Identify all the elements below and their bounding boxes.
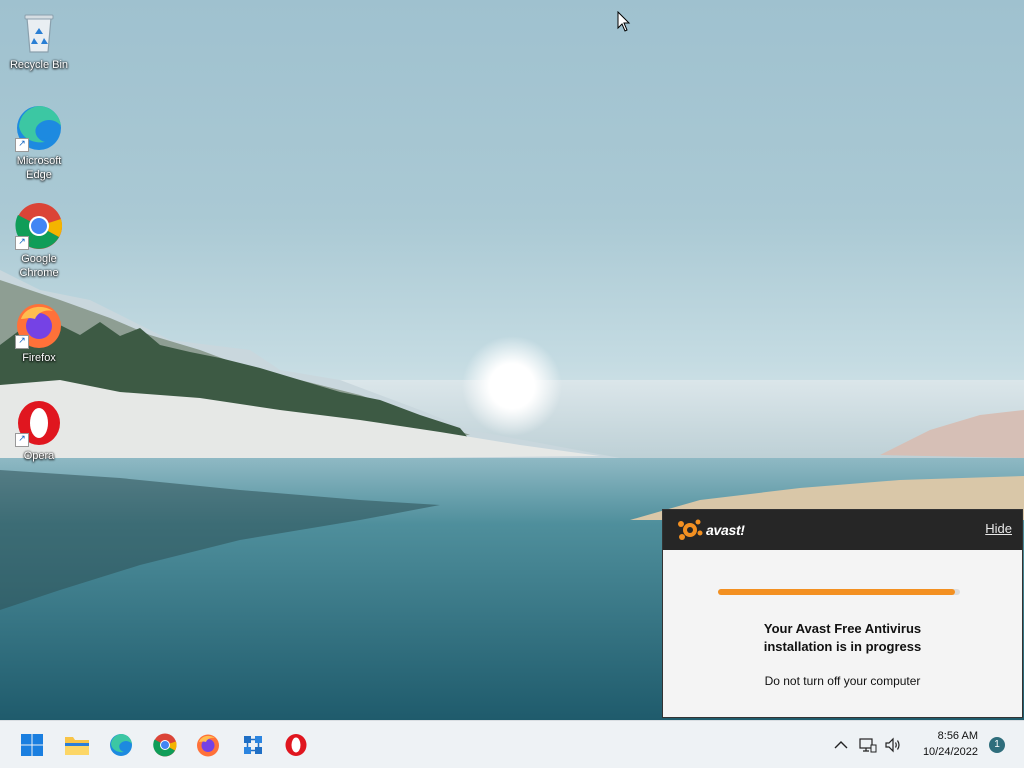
chevron-up-icon xyxy=(834,741,848,749)
shortcut-arrow-icon: ↗ xyxy=(15,236,29,250)
edge-icon: ↗ xyxy=(15,104,63,152)
taskbar-network-app[interactable] xyxy=(237,729,269,761)
shortcut-arrow-icon: ↗ xyxy=(15,433,29,447)
start-button[interactable] xyxy=(16,729,48,761)
notification-badge[interactable]: 1 xyxy=(989,737,1005,753)
avast-title-line-1: Your Avast Free Antivirus xyxy=(763,621,922,636)
avast-popup-subtitle: Do not turn off your computer xyxy=(764,674,921,688)
shortcut-arrow-icon: ↗ xyxy=(15,138,29,152)
taskbar-firefox[interactable] xyxy=(192,729,224,761)
file-explorer-icon xyxy=(65,737,89,755)
taskbar-file-explorer[interactable] xyxy=(61,729,93,761)
show-hidden-icons-button[interactable] xyxy=(832,734,850,756)
taskbar-clock[interactable]: 8:56 AM 10/24/2022 xyxy=(923,728,978,760)
avast-popup-header: avast! Hide xyxy=(663,510,1022,550)
windows-start-icon xyxy=(21,734,43,756)
firefox-icon: ↗ xyxy=(15,301,63,349)
clock-date: 10/24/2022 xyxy=(922,746,978,758)
hide-link[interactable]: Hide xyxy=(985,521,1012,536)
speaker-icon xyxy=(885,737,900,753)
avast-logo-icon xyxy=(678,519,703,540)
taskbar-chrome[interactable] xyxy=(149,729,181,761)
install-progress-bar xyxy=(718,589,960,595)
chrome-icon: ↗ xyxy=(15,202,63,250)
desktop-icon-firefox[interactable]: ↗ Firefox xyxy=(4,301,74,365)
network-status-button[interactable] xyxy=(858,734,878,756)
taskbar-edge[interactable] xyxy=(105,729,137,761)
mouse-cursor-icon xyxy=(617,10,631,37)
network-app-icon xyxy=(244,736,262,754)
firefox-icon xyxy=(197,734,219,757)
desktop-icon-label: Opera xyxy=(23,450,55,462)
desktop-icon-label: Recycle Bin xyxy=(9,59,69,71)
desktop-icon-label: Firefox xyxy=(22,352,56,364)
avast-logo-text: avast! xyxy=(706,522,745,538)
chrome-icon xyxy=(153,733,177,757)
volume-button[interactable] xyxy=(883,734,903,756)
avast-install-popup: avast! Hide Your Avast Free Antivirus in… xyxy=(662,509,1023,718)
desktop-icon-google-chrome[interactable]: ↗ Google Chrome xyxy=(4,202,74,280)
desktop-icon-recycle-bin[interactable]: Recycle Bin xyxy=(4,8,74,72)
shortcut-arrow-icon: ↗ xyxy=(15,335,29,349)
taskbar-opera[interactable] xyxy=(280,729,312,761)
avast-title-line-2: installation is in progress xyxy=(763,639,922,654)
desktop-icon-microsoft-edge[interactable]: ↗ Microsoft Edge xyxy=(4,104,74,182)
taskbar: 8:56 AM 10/24/2022 1 xyxy=(0,720,1024,768)
desktop-icon-label: Microsoft Edge xyxy=(16,155,62,181)
desktop-icon-opera[interactable]: ↗ Opera xyxy=(4,399,74,463)
desktop-icon-label: Google Chrome xyxy=(19,253,59,279)
opera-icon: ↗ xyxy=(15,399,63,447)
opera-icon xyxy=(285,734,307,756)
network-monitor-icon xyxy=(859,738,877,753)
avast-logo: avast! xyxy=(677,518,745,542)
recycle-bin-icon xyxy=(15,8,63,56)
clock-time: 8:56 AM xyxy=(937,730,978,742)
avast-popup-title: Your Avast Free Antivirus installation i… xyxy=(663,620,1022,656)
install-progress-fill xyxy=(718,589,956,595)
edge-icon xyxy=(110,733,132,756)
